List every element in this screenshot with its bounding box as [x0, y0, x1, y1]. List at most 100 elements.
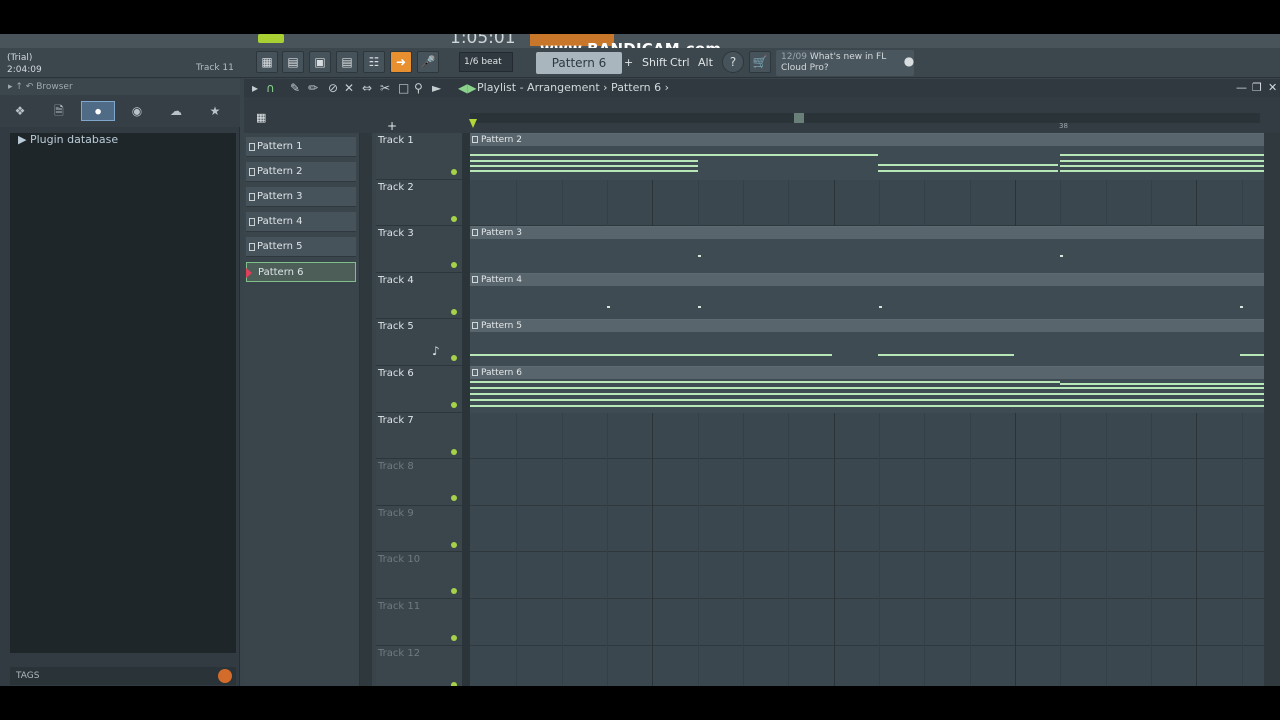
- arrangement-grid[interactable]: Pattern 2 Pattern 3 Pattern 4 Pattern 5 Patt…: [470, 133, 1264, 686]
- slice-icon[interactable]: ✂: [380, 79, 390, 97]
- track-led-icon[interactable]: [451, 355, 457, 362]
- picker-scrollbar[interactable]: [360, 133, 372, 686]
- pencil-icon[interactable]: ✎: [290, 79, 300, 97]
- track-name[interactable]: Track 1: [378, 135, 414, 146]
- track-name[interactable]: Track 9: [378, 508, 414, 519]
- overview-scrollbar[interactable]: [470, 113, 1260, 123]
- track-name[interactable]: Track 5: [378, 321, 414, 332]
- track-led-icon[interactable]: [451, 588, 457, 595]
- plugin-picker-icon[interactable]: ☷: [363, 51, 385, 73]
- file-icon[interactable]: 🗎: [42, 101, 76, 121]
- search-icon[interactable]: [218, 669, 232, 683]
- news-panel[interactable]: 12/09 What's new in FL Cloud Pro?: [776, 50, 914, 76]
- pattern-clip[interactable]: Pattern 3: [470, 226, 1264, 274]
- track-lane[interactable]: [470, 413, 1264, 460]
- tags-bar[interactable]: TAGS: [10, 667, 236, 685]
- track-header[interactable]: Track 12: [376, 646, 462, 686]
- track-lane[interactable]: [470, 506, 1264, 553]
- ctrl-key-button[interactable]: Ctrl: [670, 56, 690, 69]
- pattern-item[interactable]: Pattern 2: [246, 162, 356, 182]
- track-lane[interactable]: [470, 459, 1264, 506]
- track-lane[interactable]: [470, 552, 1264, 599]
- track-header[interactable]: Track 11: [376, 599, 462, 646]
- track-scrollbar[interactable]: [462, 133, 470, 686]
- slip-icon[interactable]: ⇔: [362, 79, 372, 97]
- zoom-icon[interactable]: ⚲: [414, 79, 423, 97]
- overview-thumb[interactable]: [794, 113, 804, 123]
- pattern-item[interactable]: Pattern 1: [246, 137, 356, 157]
- playhead-marker[interactable]: [469, 119, 477, 128]
- track-led-icon[interactable]: [451, 541, 457, 548]
- track-name[interactable]: Track 8: [378, 461, 414, 472]
- piano-roll-icon[interactable]: ▣: [309, 51, 331, 73]
- globe-icon[interactable]: ◉: [120, 101, 154, 121]
- track-name[interactable]: Track 11: [378, 601, 420, 612]
- plugin-icon[interactable]: ⚫: [81, 101, 115, 121]
- track-header[interactable]: Track 8: [376, 459, 462, 506]
- pattern-item[interactable]: Pattern 5: [246, 237, 356, 257]
- delete-icon[interactable]: ⊘: [328, 79, 338, 97]
- track-header[interactable]: Track 9: [376, 506, 462, 553]
- pattern-clip[interactable]: Pattern 2: [470, 133, 1264, 180]
- playlist-breadcrumb[interactable]: Playlist - Arrangement › Pattern 6 ›: [477, 79, 669, 97]
- alt-key-button[interactable]: Alt: [698, 56, 713, 69]
- microphone-icon[interactable]: 🎤: [417, 51, 439, 73]
- maximize-icon[interactable]: ❐: [1252, 79, 1262, 97]
- track-led-icon[interactable]: [451, 402, 457, 408]
- pattern-item[interactable]: Pattern 4: [246, 212, 356, 232]
- add-pattern-button[interactable]: +: [624, 56, 633, 69]
- channel-rack-icon[interactable]: ▤: [282, 51, 304, 73]
- track-name[interactable]: Track 4: [378, 275, 414, 286]
- minimize-icon[interactable]: —: [1236, 79, 1247, 97]
- pattern-clip[interactable]: Pattern 6: [470, 366, 1264, 413]
- close-icon[interactable]: ✕: [1268, 79, 1277, 97]
- piano-icon[interactable]: ▦: [256, 111, 266, 124]
- plugin-database-item[interactable]: ▶︎ Plugin database: [18, 133, 118, 146]
- all-icon[interactable]: ❖: [3, 101, 37, 121]
- track-header[interactable]: Track 10: [376, 552, 462, 599]
- paint-icon[interactable]: ✏: [308, 79, 318, 97]
- pattern-item[interactable]: Pattern 3: [246, 187, 356, 207]
- select-icon[interactable]: □: [398, 79, 409, 97]
- track-lane[interactable]: [470, 646, 1264, 686]
- track-lane[interactable]: [470, 180, 1264, 227]
- menu-arrow-icon[interactable]: ▸: [252, 79, 258, 97]
- track-led-icon[interactable]: [451, 215, 457, 222]
- track-led-icon[interactable]: [451, 308, 457, 315]
- track-header[interactable]: Track 6: [376, 366, 462, 413]
- track-header[interactable]: Track 4: [376, 273, 462, 320]
- track-name[interactable]: Track 10: [378, 554, 420, 565]
- pattern-selector[interactable]: Pattern 6: [536, 52, 622, 74]
- shift-key-button[interactable]: Shift: [642, 56, 667, 69]
- track-name[interactable]: Track 7: [378, 415, 414, 426]
- clip-header[interactable]: Pattern 6: [470, 367, 1264, 379]
- cart-icon[interactable]: 🛒: [749, 51, 771, 73]
- track-name[interactable]: Track 6: [378, 368, 414, 379]
- help-icon[interactable]: ?: [722, 51, 744, 73]
- track-header[interactable]: Track 1: [376, 133, 462, 180]
- speaker-icon[interactable]: ►: [432, 79, 441, 97]
- pattern-item-selected[interactable]: Pattern 6: [246, 262, 356, 282]
- track-header[interactable]: Track 2: [376, 180, 462, 227]
- track-led-icon[interactable]: [451, 681, 457, 686]
- arrow-right-icon[interactable]: ➜: [390, 51, 412, 73]
- track-name[interactable]: Track 3: [378, 228, 414, 239]
- grid-scrollbar[interactable]: [1264, 133, 1280, 686]
- mute-icon[interactable]: ✕: [344, 79, 354, 97]
- track-header[interactable]: Track 7: [376, 413, 462, 460]
- track-header[interactable]: Track 3: [376, 226, 462, 273]
- clip-header[interactable]: Pattern 2: [470, 134, 1264, 146]
- track-name[interactable]: Track 12: [378, 648, 420, 659]
- playlist-icon[interactable]: ▦: [256, 51, 278, 73]
- cloud-icon[interactable]: ☁: [159, 101, 193, 121]
- magnet-icon[interactable]: ∩: [266, 79, 275, 97]
- star-icon[interactable]: ★: [198, 101, 232, 121]
- track-led-icon[interactable]: [451, 635, 457, 641]
- play-pattern-icon[interactable]: ◀▶: [458, 79, 476, 97]
- clip-header[interactable]: Pattern 5: [470, 320, 1264, 333]
- track-led-icon[interactable]: [451, 262, 457, 269]
- globe-icon[interactable]: ●: [898, 51, 920, 73]
- track-led-icon[interactable]: [451, 448, 457, 455]
- pattern-clip[interactable]: Pattern 5: [470, 319, 1264, 367]
- track-led-icon[interactable]: [451, 169, 457, 175]
